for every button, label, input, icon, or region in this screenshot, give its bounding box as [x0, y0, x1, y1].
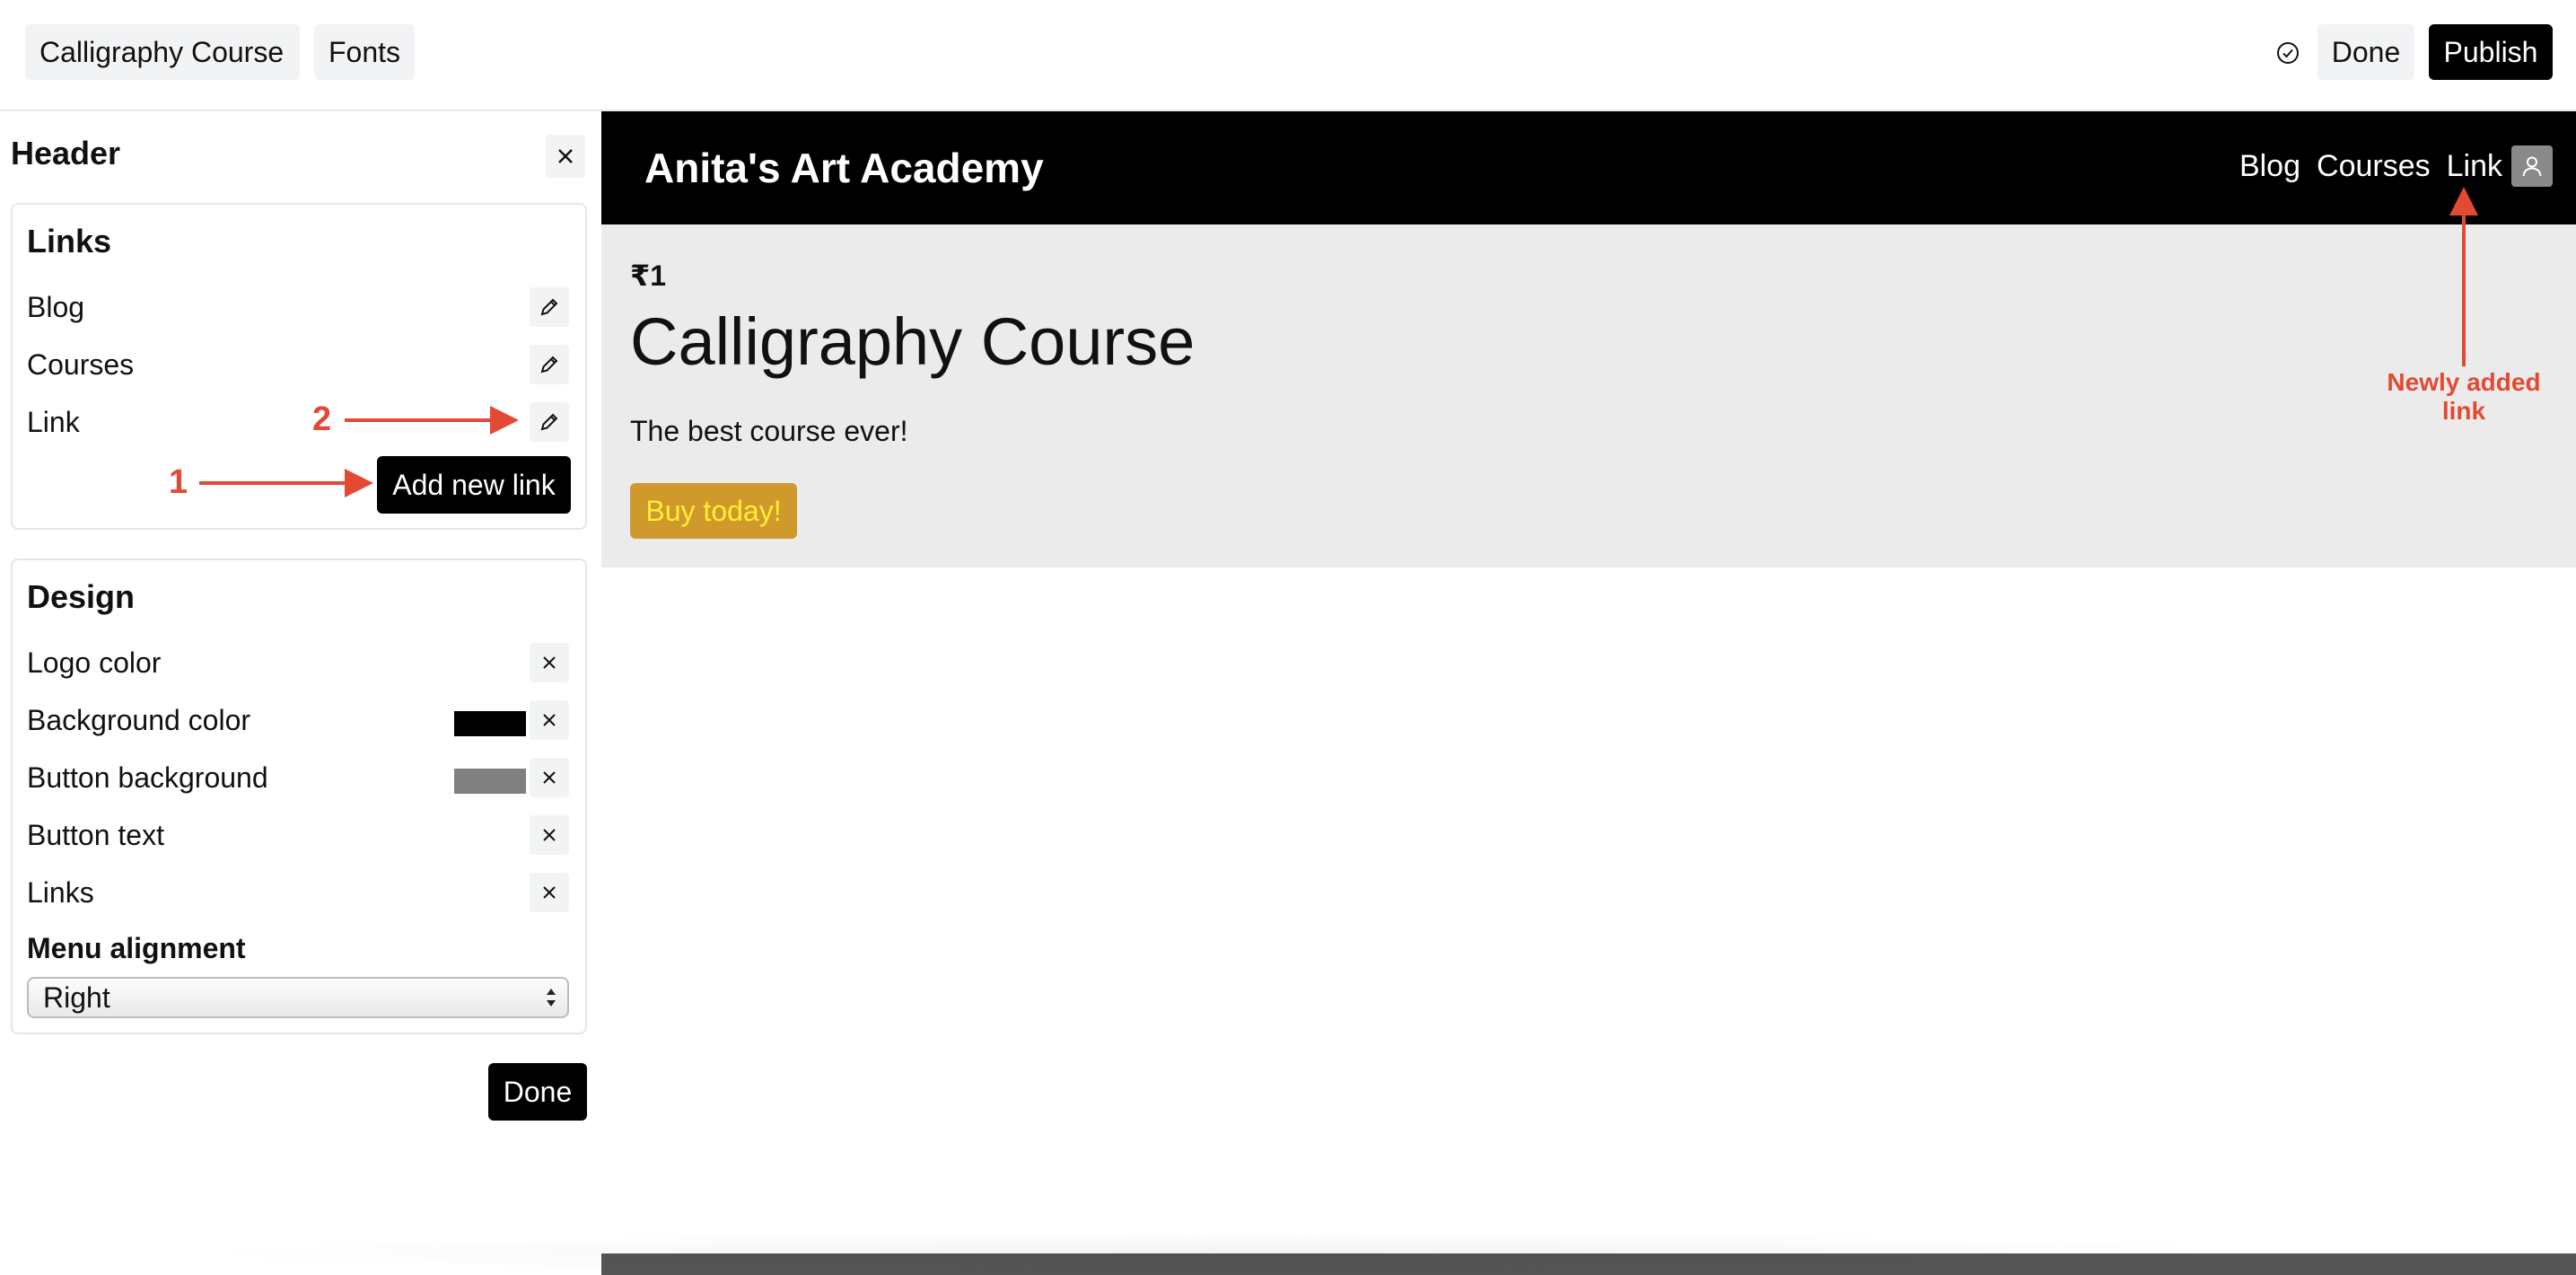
site-preview: Anita's Art Academy Blog Courses Link ₹1… [601, 111, 2576, 1275]
menu-alignment-select[interactable]: Right [27, 977, 569, 1018]
close-icon [543, 886, 556, 899]
edit-link-button[interactable] [530, 402, 569, 442]
course-price: ₹1 [630, 259, 667, 292]
site-header: Anita's Art Academy Blog Courses Link [601, 111, 2576, 224]
clear-links-color-button[interactable] [530, 873, 569, 912]
close-icon [543, 656, 556, 669]
design-card-title: Design [27, 578, 136, 615]
close-icon [543, 771, 556, 784]
course-description: The best course ever! [630, 415, 908, 447]
panel-title: Header [11, 135, 121, 171]
button-background-label: Button background [27, 761, 268, 794]
link-item-link: Link [27, 406, 80, 438]
clear-button-text-button[interactable] [530, 815, 569, 855]
clear-background-color-button[interactable] [530, 700, 569, 740]
course-tab-button[interactable]: Calligraphy Course [25, 24, 300, 80]
user-account-button[interactable] [2511, 145, 2553, 187]
link-item-courses: Courses [27, 348, 135, 381]
publish-button[interactable]: Publish [2429, 24, 2553, 80]
annotation-newly-added-link: Newly added link [2387, 368, 2541, 425]
link-item-blog: Blog [27, 291, 85, 323]
pencil-icon [540, 298, 558, 316]
button-background-swatch[interactable] [454, 769, 526, 794]
design-card: Design Logo color Background color Butto… [11, 558, 587, 1034]
add-new-link-button[interactable]: Add new link [377, 456, 571, 514]
pencil-icon [540, 356, 558, 374]
course-hero: ₹1 Calligraphy Course The best course ev… [601, 224, 2576, 567]
links-card: Links Blog Courses Link Add new link [11, 203, 587, 530]
clear-button-background-button[interactable] [530, 758, 569, 797]
close-icon [558, 149, 573, 163]
close-icon [543, 829, 556, 841]
edit-courses-link-button[interactable] [530, 345, 569, 384]
edit-blog-link-button[interactable] [530, 287, 569, 327]
fonts-tab-button[interactable]: Fonts [314, 24, 415, 80]
buy-today-button[interactable]: Buy today! [630, 483, 797, 539]
check-circle-icon [2277, 42, 2299, 64]
bottom-shadow [171, 1232, 2325, 1275]
annotation-number-2: 2 [312, 400, 332, 438]
nav-link-link[interactable]: Link [2447, 149, 2502, 184]
top-bar: Calligraphy Course Fonts Done Publish [0, 0, 2576, 111]
pencil-icon [540, 413, 558, 431]
background-color-swatch[interactable] [454, 711, 526, 736]
user-icon [2522, 156, 2542, 177]
site-nav: Blog Courses Link [2239, 149, 2502, 184]
links-color-label: Links [27, 876, 94, 909]
menu-alignment-value: Right [43, 981, 110, 1014]
links-card-title: Links [27, 223, 112, 259]
close-icon [543, 714, 556, 726]
menu-alignment-label: Menu alignment [27, 932, 246, 964]
clear-logo-color-button[interactable] [530, 643, 569, 682]
nav-link-courses[interactable]: Courses [2317, 149, 2431, 184]
course-title: Calligraphy Course [630, 304, 1196, 379]
button-text-label: Button text [27, 819, 164, 851]
panel-done-button[interactable]: Done [488, 1063, 587, 1121]
top-done-button[interactable]: Done [2318, 24, 2414, 80]
background-color-label: Background color [27, 704, 251, 736]
annotation-number-1: 1 [169, 463, 188, 501]
select-arrows-icon [547, 989, 556, 1007]
panel-close-button[interactable] [546, 135, 585, 178]
nav-link-blog[interactable]: Blog [2239, 149, 2300, 184]
logo-color-label: Logo color [27, 646, 162, 679]
site-logo[interactable]: Anita's Art Academy [644, 144, 1044, 192]
